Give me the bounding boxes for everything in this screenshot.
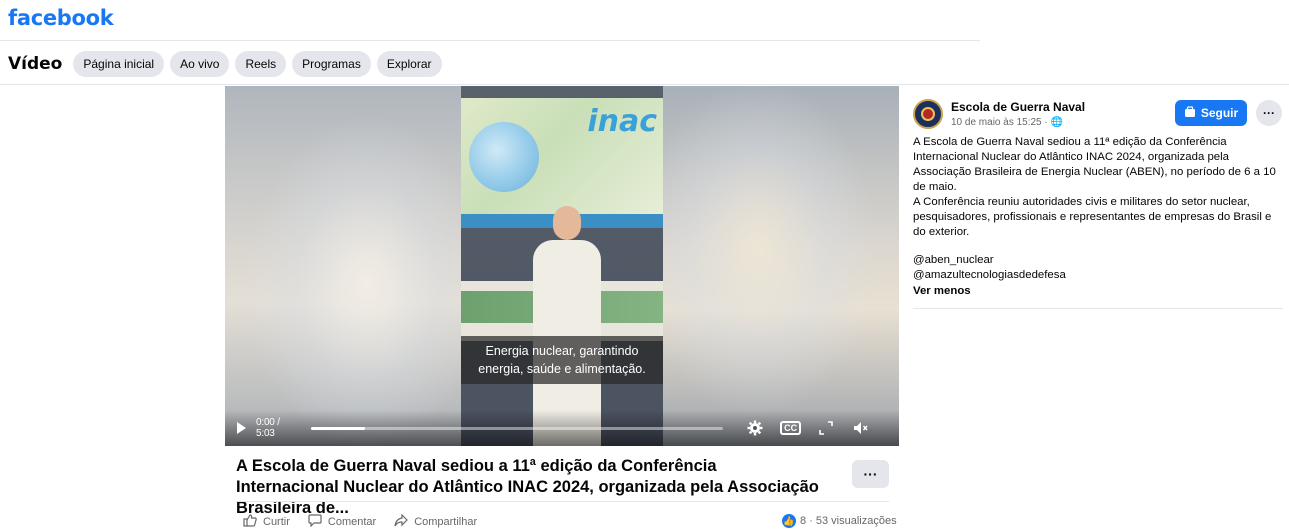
avatar[interactable] [913, 99, 943, 129]
play-icon[interactable] [237, 422, 246, 434]
like-reaction-icon: 👍 [782, 514, 796, 528]
facebook-logo[interactable]: facebook [8, 6, 114, 30]
blurred-backdrop-right [663, 86, 899, 446]
follow-button[interactable]: Seguir [1175, 100, 1247, 126]
tab-reels[interactable]: Reels [235, 51, 287, 77]
tab-shows[interactable]: Programas [292, 51, 371, 77]
video-nav: Vídeo Página inicial Ao vivo Reels Progr… [8, 50, 448, 78]
like-button[interactable]: Curtir [243, 514, 290, 530]
video-player[interactable]: inac Energia nuclear, garantindo energia… [225, 86, 899, 446]
subtitle-line-2: energia, saúde e alimentação. [478, 362, 646, 376]
video-more-button[interactable]: ··· [852, 460, 889, 488]
video-actions: Curtir Comentar Compartilhar [243, 513, 495, 530]
header-divider [0, 40, 980, 41]
post-paragraph-2: A Conferência reuniu autoridades civis e… [913, 196, 1272, 238]
banner-graphic [469, 122, 539, 192]
cc-label: CC [780, 421, 802, 435]
post-author[interactable]: Escola de Guerra Naval [951, 100, 1085, 114]
tag-link-aben[interactable]: @aben_nuclear [913, 253, 1066, 268]
volume-muted-icon[interactable] [852, 418, 871, 438]
comment-button[interactable]: Comentar [308, 514, 376, 530]
thumbs-up-icon [243, 514, 257, 530]
captions-cc-icon[interactable]: CC [780, 418, 802, 438]
settings-gear-icon[interactable] [745, 418, 764, 438]
fullscreen-icon[interactable] [817, 418, 836, 438]
tag-link-amazul[interactable]: @amazultecnologiasdedefesa [913, 268, 1066, 283]
follow-label: Seguir [1200, 106, 1239, 120]
subtitle-line-1: Energia nuclear, garantindo [485, 344, 639, 358]
blurred-backdrop-left [225, 86, 461, 446]
follow-icon [1184, 105, 1196, 121]
video-title: A Escola de Guerra Naval sediou a 11ª ed… [236, 457, 819, 517]
post-more-button[interactable]: ··· [1256, 100, 1282, 126]
share-icon [394, 513, 409, 530]
player-controls: 0:00 / 5:03 CC [225, 410, 899, 446]
post-divider [913, 308, 1283, 309]
video-subtitle: Energia nuclear, garantindo energia, saú… [461, 336, 663, 384]
tab-home[interactable]: Página inicial [73, 51, 165, 77]
stats-label: 8 · 53 visualizações [800, 515, 897, 527]
video-stats[interactable]: 👍 8 · 53 visualizações [782, 514, 897, 528]
post-paragraph-1: A Escola de Guerra Naval sediou a 11ª ed… [913, 136, 1276, 193]
video-frame: inac [461, 86, 663, 446]
section-title: Vídeo [8, 54, 63, 74]
share-button[interactable]: Compartilhar [394, 513, 478, 530]
tab-explore[interactable]: Explorar [376, 51, 442, 77]
post-timestamp[interactable]: 10 de maio às 15:25 · 🌐 [951, 117, 1063, 128]
progress-bar[interactable] [311, 426, 724, 430]
post-body: A Escola de Guerra Naval sediou a 11ª ed… [913, 135, 1285, 240]
time-display: 0:00 / 5:03 [256, 417, 280, 439]
title-divider [236, 501, 889, 502]
progress-fill [311, 426, 365, 430]
post-tags: @aben_nuclear @amazultecnologiasdedefesa [913, 253, 1066, 283]
comment-icon [308, 514, 322, 530]
share-label: Compartilhar [414, 516, 478, 528]
comment-label: Comentar [327, 516, 377, 528]
banner-logo: inac [587, 104, 657, 139]
tab-live[interactable]: Ao vivo [170, 51, 230, 77]
nav-divider [0, 84, 1289, 85]
see-less-link[interactable]: Ver menos [913, 285, 971, 297]
like-label: Curtir [263, 516, 290, 528]
